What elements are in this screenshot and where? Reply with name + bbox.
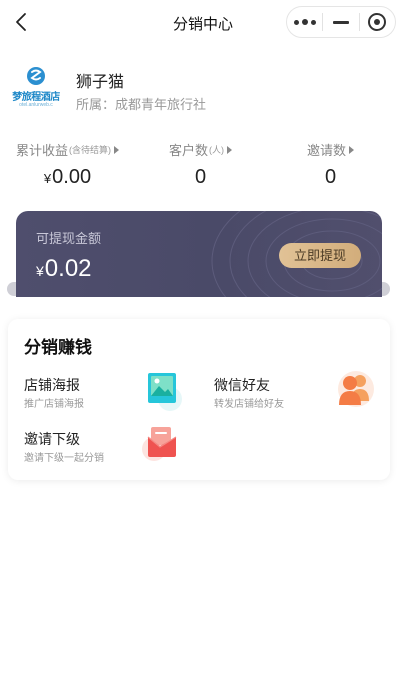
stat-value: ¥0.00 [0,166,135,189]
stat-label: 累计收益 (含待结算) [16,140,119,159]
entry-desc: 推广店铺海报 [24,399,84,410]
withdrawable-label: 可提现金额 [36,231,102,246]
entry-title: 邀请下级 [24,431,80,447]
entry-wechat-friends[interactable]: 微信好友 转发店铺给好友 [214,371,382,419]
page: 分销中心 梦旅程酒店 otel.anlurweb.c 狮子猫 所属：成都青年旅行… [0,0,406,698]
amount-value: 0.02 [44,255,92,282]
hotel-logo: 梦旅程酒店 otel.anlurweb.c [8,66,64,112]
earn-panel: 分销赚钱 店铺海报 推广店铺海报 微信好友 转发店铺给好友 邀请下级 邀请下级一… [8,319,390,480]
stat-invites[interactable]: 邀请数 0 [263,140,398,189]
entry-title: 微信好友 [214,377,270,393]
poster-icon [148,373,182,411]
caret-right-icon [227,145,232,154]
user-organization: 所属：成都青年旅行社 [76,97,207,112]
hotel-logo-text: 梦旅程酒店 [12,92,60,103]
user-name: 狮子猫 [76,74,125,91]
minimize-button[interactable] [323,7,358,37]
minimize-icon [332,20,349,24]
stat-label-text: 累计收益 [15,143,68,158]
stat-label-text: 客户数 [168,143,208,158]
more-dots-icon [293,19,316,25]
withdraw-card: 可提现金额 ¥0.02 立即提现 [16,211,382,297]
stat-label: 客户数 (人) [169,140,232,159]
stat-customers[interactable]: 客户数 (人) 0 [133,140,268,189]
currency-symbol: ¥ [43,171,52,186]
stat-label-note: (人) [209,145,224,155]
close-button[interactable] [360,7,395,37]
invite-icon [142,427,177,461]
entry-title: 店铺海报 [24,377,80,393]
panel-title: 分销赚钱 [24,338,92,357]
profile-section: 梦旅程酒店 otel.anlurweb.c 狮子猫 所属：成都青年旅行社 [8,64,398,114]
hotel-logo-emblem-icon [27,67,45,85]
stat-total-earnings[interactable]: 累计收益 (含待结算) ¥0.00 [0,140,135,189]
navigation-bar: 分销中心 [0,0,406,44]
stat-value: 0 [324,166,337,188]
currency-symbol: ¥ [36,263,44,279]
entry-desc: 转发店铺给好友 [214,399,284,410]
entry-invite-subordinate[interactable]: 邀请下级 邀请下级一起分销 [24,427,192,473]
stat-label: 邀请数 [307,140,354,159]
stat-value: 0 [194,166,207,188]
hotel-logo-url: otel.anlurweb.c [19,102,53,108]
stat-label-note: (含待结算) [69,145,111,155]
close-target-icon [368,13,387,31]
withdrawable-amount: ¥0.02 [36,255,92,283]
mini-program-capsule [286,6,396,38]
friends-icon [338,371,374,407]
caret-right-icon [114,145,119,154]
entry-shop-poster[interactable]: 店铺海报 推广店铺海报 [24,373,192,419]
stats-row: 累计收益 (含待结算) ¥0.00 客户数 (人) 0 邀请数 0 [0,140,406,190]
entry-desc: 邀请下级一起分销 [24,453,104,464]
more-button[interactable] [287,7,322,37]
withdraw-button[interactable]: 立即提现 [279,243,361,268]
stat-label-text: 邀请数 [306,143,346,158]
stat-value-number: 0.00 [52,166,92,188]
caret-right-icon [349,145,354,154]
